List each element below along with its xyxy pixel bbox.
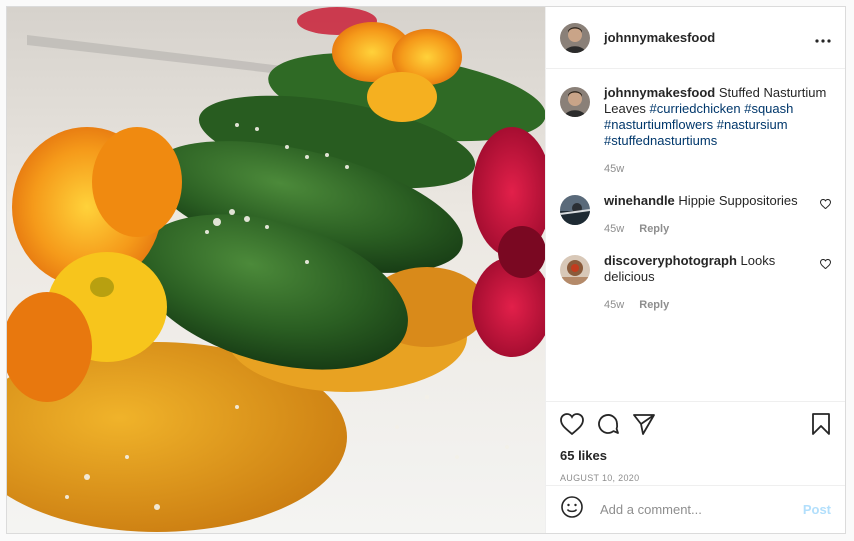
share-icon[interactable] — [632, 413, 656, 440]
caption: johnnymakesfood Stuffed Nasturtium Leave… — [560, 85, 831, 177]
hashtag[interactable]: #nasturtiumflowers — [604, 117, 713, 132]
post-photo[interactable] — [7, 7, 545, 533]
like-comment-icon[interactable] — [817, 253, 831, 313]
reply-button[interactable]: Reply — [639, 223, 669, 235]
comments-list: johnnymakesfood Stuffed Nasturtium Leave… — [546, 69, 845, 401]
comment-input[interactable] — [598, 501, 803, 518]
caption-body: johnnymakesfood Stuffed Nasturtium Leave… — [604, 85, 831, 177]
action-icons — [560, 410, 831, 442]
hashtag[interactable]: #stuffednasturtiums — [604, 133, 717, 148]
post-card: johnnymakesfood johnnymakesfood Stuffed … — [6, 6, 846, 534]
post-side-panel: johnnymakesfood johnnymakesfood Stuffed … — [545, 7, 845, 533]
post-comment-button[interactable]: Post — [803, 502, 831, 517]
hashtag[interactable]: #squash — [744, 101, 793, 116]
heart-icon[interactable] — [560, 412, 584, 440]
likes-count[interactable]: 65 likes — [560, 448, 831, 463]
author-avatar[interactable] — [560, 22, 590, 53]
comment-text: Hippie Suppositories — [678, 193, 798, 208]
caption-username[interactable]: johnnymakesfood — [604, 85, 715, 100]
caption-meta: 45w — [604, 161, 831, 177]
emoji-icon[interactable] — [560, 495, 584, 524]
caption-time[interactable]: 45w — [604, 163, 624, 175]
commenter-avatar[interactable] — [560, 195, 590, 225]
avatar-image — [560, 195, 590, 225]
post-actions: 65 likes AUGUST 10, 2020 — [546, 401, 845, 485]
author-username[interactable]: johnnymakesfood — [604, 30, 815, 45]
avatar-image — [560, 87, 590, 117]
avatar-image — [560, 255, 590, 285]
comment-username[interactable]: winehandle — [604, 193, 675, 208]
comment-username[interactable]: discoveryphotograph — [604, 253, 737, 268]
add-comment-bar: Post — [546, 485, 845, 533]
hashtag[interactable]: #nastursium — [717, 117, 788, 132]
bookmark-icon[interactable] — [811, 412, 831, 441]
hashtag[interactable]: #curriedchicken — [650, 101, 741, 116]
comment-meta: 45w Reply — [604, 221, 817, 237]
comment-item: winehandle Hippie Suppositories 45w Repl… — [560, 193, 831, 237]
comment-time[interactable]: 45w — [604, 223, 624, 235]
comment-time[interactable]: 45w — [604, 299, 624, 311]
author-avatar[interactable] — [560, 87, 590, 117]
commenter-avatar[interactable] — [560, 255, 590, 285]
comment-item: discoveryphotograph Looks delicious 45w … — [560, 253, 831, 313]
food-photo-image — [7, 7, 545, 533]
comment-body: winehandle Hippie Suppositories 45w Repl… — [604, 193, 817, 237]
reply-button[interactable]: Reply — [639, 299, 669, 311]
comment-body: discoveryphotograph Looks delicious 45w … — [604, 253, 817, 313]
like-comment-icon[interactable] — [817, 193, 831, 237]
post-header: johnnymakesfood — [546, 7, 845, 69]
avatar-image — [560, 22, 590, 53]
comment-icon[interactable] — [596, 412, 620, 441]
comment-meta: 45w Reply — [604, 297, 817, 313]
post-date[interactable]: AUGUST 10, 2020 — [560, 473, 831, 483]
more-horizontal-icon[interactable] — [815, 27, 831, 48]
